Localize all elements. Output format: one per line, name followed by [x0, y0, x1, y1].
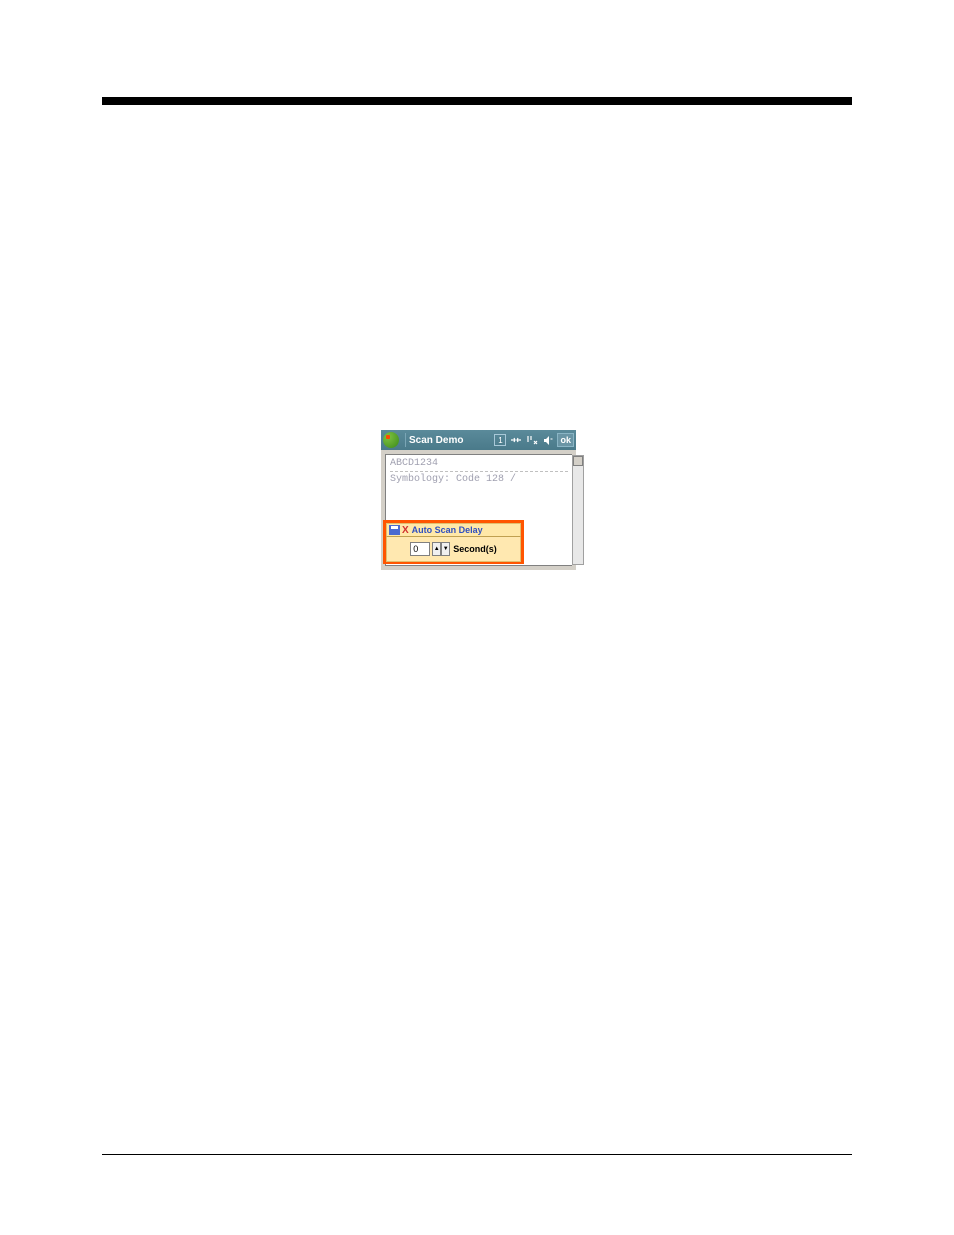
spinner-up[interactable]: ▲ — [432, 542, 441, 556]
popup-titlebar: X Auto Scan Delay — [386, 523, 521, 537]
signal-icon[interactable] — [525, 433, 539, 447]
ok-button[interactable]: ok — [557, 433, 574, 447]
device-screenshot: Scan Demo 1 ok — [381, 430, 576, 570]
unit-label: Second(s) — [453, 544, 497, 554]
system-tray: 1 ok — [493, 433, 574, 447]
close-icon[interactable]: X — [402, 525, 409, 536]
divider — [405, 433, 406, 447]
connectivity-icon[interactable] — [509, 433, 523, 447]
scrollbar[interactable] — [572, 455, 584, 565]
horizontal-rule-top — [102, 97, 852, 105]
scrollbar-up[interactable] — [573, 456, 583, 466]
window-titlebar: Scan Demo 1 ok — [381, 430, 576, 450]
volume-icon[interactable] — [541, 433, 555, 447]
popup-body: ▲ ▼ Second(s) — [386, 537, 521, 562]
windows-start-icon[interactable] — [383, 432, 399, 448]
spinner-buttons: ▲ ▼ — [432, 542, 450, 556]
tray-icon-1[interactable]: 1 — [493, 433, 507, 447]
scan-result-line: ABCD1234 — [390, 458, 568, 469]
app-body: ABCD1234 Symbology: Code 128 / X Auto Sc… — [381, 450, 576, 570]
save-icon[interactable] — [389, 525, 400, 535]
auto-scan-delay-popup: X Auto Scan Delay ▲ ▼ Second(s) — [386, 523, 521, 562]
divider-line — [390, 471, 568, 472]
delay-input[interactable] — [410, 542, 430, 556]
horizontal-rule-bottom — [102, 1154, 852, 1155]
popup-title: Auto Scan Delay — [412, 525, 483, 535]
symbology-line: Symbology: Code 128 / — [390, 474, 568, 485]
window-title: Scan Demo — [409, 435, 493, 446]
spinner-down[interactable]: ▼ — [441, 542, 450, 556]
